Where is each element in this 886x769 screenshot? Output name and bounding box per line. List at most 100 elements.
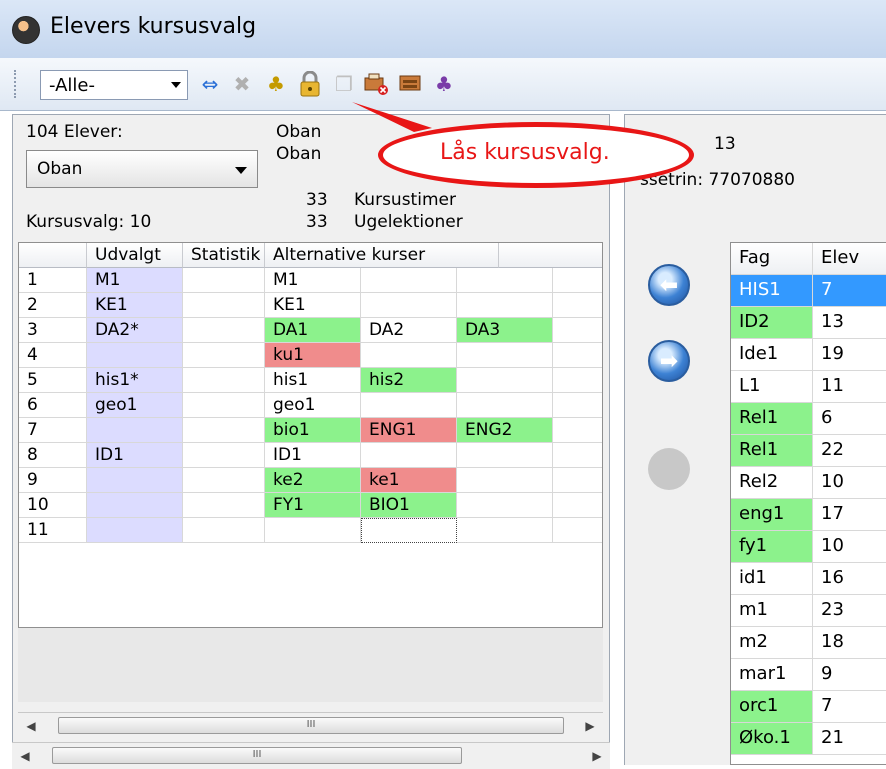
subject-cell[interactable]: Rel1 bbox=[731, 435, 813, 467]
udvalgt-cell[interactable]: geo1 bbox=[87, 393, 183, 418]
udvalgt-cell[interactable]: KE1 bbox=[87, 293, 183, 318]
statistik-cell[interactable] bbox=[183, 518, 265, 543]
row-number[interactable]: 9 bbox=[19, 468, 87, 493]
udvalgt-cell[interactable] bbox=[87, 343, 183, 368]
alternative-course-cell[interactable] bbox=[361, 268, 457, 293]
column-header-alternative[interactable]: Alternative kurser bbox=[265, 243, 499, 268]
alternative-course-cell[interactable] bbox=[553, 443, 602, 468]
udvalgt-cell[interactable]: his1* bbox=[87, 368, 183, 393]
alternative-course-cell[interactable] bbox=[553, 468, 602, 493]
student-count-cell[interactable]: 16 bbox=[813, 563, 886, 595]
column-header-fag[interactable]: Fag bbox=[731, 243, 813, 275]
alternative-course-cell[interactable]: his2 bbox=[361, 368, 457, 393]
toolbar-grip[interactable] bbox=[14, 70, 20, 98]
alternative-course-cell[interactable] bbox=[265, 518, 361, 543]
alternative-course-cell[interactable] bbox=[361, 443, 457, 468]
alternative-course-cell[interactable] bbox=[553, 493, 602, 518]
student-count-cell[interactable]: 17 bbox=[813, 499, 886, 531]
subject-cell[interactable]: eng1 bbox=[731, 499, 813, 531]
subject-cell[interactable]: m1 bbox=[731, 595, 813, 627]
alternative-course-cell[interactable]: ke2 bbox=[265, 468, 361, 493]
udvalgt-cell[interactable] bbox=[87, 418, 183, 443]
student-count-cell[interactable]: 10 bbox=[813, 531, 886, 563]
statistik-cell[interactable] bbox=[183, 393, 265, 418]
student-dropdown[interactable]: Oban bbox=[26, 150, 258, 188]
student-count-cell[interactable]: 11 bbox=[813, 371, 886, 403]
alternative-course-cell[interactable] bbox=[457, 268, 553, 293]
student-count-cell[interactable]: 22 bbox=[813, 435, 886, 467]
statistik-cell[interactable] bbox=[183, 493, 265, 518]
row-number[interactable]: 8 bbox=[19, 443, 87, 468]
alternative-course-cell[interactable] bbox=[553, 293, 602, 318]
delete-x-icon[interactable]: ✖ bbox=[228, 70, 256, 98]
alternative-course-cell[interactable] bbox=[457, 468, 553, 493]
alternative-course-cell[interactable] bbox=[361, 393, 457, 418]
alternative-course-cell[interactable]: ENG1 bbox=[361, 418, 457, 443]
column-header-udvalgt[interactable]: Udvalgt bbox=[87, 243, 183, 268]
alternative-course-cell[interactable] bbox=[457, 518, 553, 543]
subject-cell[interactable]: L1 bbox=[731, 371, 813, 403]
alternative-course-cell[interactable]: geo1 bbox=[265, 393, 361, 418]
alternative-course-cell[interactable] bbox=[553, 368, 602, 393]
subject-cell[interactable]: orc1 bbox=[731, 691, 813, 723]
alternative-course-cell[interactable] bbox=[361, 293, 457, 318]
student-count-cell[interactable]: 21 bbox=[813, 723, 886, 755]
row-number[interactable]: 5 bbox=[19, 368, 87, 393]
statistik-cell[interactable] bbox=[183, 443, 265, 468]
alternative-course-cell[interactable] bbox=[457, 293, 553, 318]
alternative-course-cell[interactable]: BIO1 bbox=[361, 493, 457, 518]
student-count-cell[interactable]: 13 bbox=[813, 307, 886, 339]
udvalgt-cell[interactable]: M1 bbox=[87, 268, 183, 293]
course-grid[interactable]: Udvalgt Statistik Alternative kurser 1 M1 M1 2… bbox=[18, 242, 603, 628]
statistik-cell[interactable] bbox=[183, 418, 265, 443]
scroll-thumb[interactable]: III bbox=[58, 717, 564, 734]
student-count-cell[interactable]: 9 bbox=[813, 659, 886, 691]
alternative-course-cell[interactable]: KE1 bbox=[265, 293, 361, 318]
alternative-course-cell[interactable]: DA3 bbox=[457, 318, 553, 343]
print-stack-icon[interactable] bbox=[396, 70, 424, 98]
statistik-cell[interactable] bbox=[183, 293, 265, 318]
alternative-course-cell[interactable] bbox=[553, 343, 602, 368]
subject-cell[interactable]: HIS1 bbox=[731, 275, 813, 307]
filter-dropdown[interactable]: -Alle- bbox=[40, 70, 188, 100]
statistik-cell[interactable] bbox=[183, 468, 265, 493]
alternative-course-cell[interactable] bbox=[553, 518, 602, 543]
alternative-course-cell[interactable]: ke1 bbox=[361, 468, 457, 493]
subject-cell[interactable]: Rel1 bbox=[731, 403, 813, 435]
grid-horizontal-scrollbar[interactable]: ◀ III ▶ bbox=[18, 712, 603, 739]
alternative-course-cell[interactable] bbox=[361, 343, 457, 368]
scroll-right-icon[interactable]: ▶ bbox=[584, 743, 610, 769]
subject-cell[interactable]: m2 bbox=[731, 627, 813, 659]
alternative-course-cell[interactable]: ID1 bbox=[265, 443, 361, 468]
student-count-cell[interactable]: 7 bbox=[813, 691, 886, 723]
chevron-down-icon[interactable] bbox=[235, 167, 247, 174]
alternative-course-cell[interactable]: his1 bbox=[265, 368, 361, 393]
row-number[interactable]: 4 bbox=[19, 343, 87, 368]
row-number[interactable]: 6 bbox=[19, 393, 87, 418]
row-number[interactable]: 11 bbox=[19, 518, 87, 543]
alternative-course-cell[interactable] bbox=[457, 368, 553, 393]
column-header-elev[interactable]: Elev bbox=[813, 243, 886, 275]
scroll-left-icon[interactable]: ◀ bbox=[12, 743, 38, 769]
row-number[interactable]: 7 bbox=[19, 418, 87, 443]
alternative-course-cell[interactable] bbox=[457, 393, 553, 418]
column-header-statistik[interactable]: Statistik bbox=[183, 243, 265, 268]
alternative-course-cell[interactable]: bio1 bbox=[265, 418, 361, 443]
subject-grid[interactable]: Fag Elev HIS1 7 ID2 13 Ide1 19 L1 11 Rel1 6 Rel1 22 Re… bbox=[730, 242, 886, 765]
statistik-cell[interactable] bbox=[183, 318, 265, 343]
alternative-course-cell[interactable]: DA1 bbox=[265, 318, 361, 343]
student-count-cell[interactable]: 23 bbox=[813, 595, 886, 627]
move-right-button[interactable]: ➡ bbox=[648, 340, 690, 382]
udvalgt-cell[interactable]: ID1 bbox=[87, 443, 183, 468]
scroll-thumb[interactable]: III bbox=[52, 747, 462, 764]
statistik-cell[interactable] bbox=[183, 268, 265, 293]
subject-cell[interactable]: id1 bbox=[731, 563, 813, 595]
alternative-course-cell[interactable] bbox=[457, 443, 553, 468]
focused-cell[interactable] bbox=[361, 518, 457, 543]
subject-cell[interactable]: ID2 bbox=[731, 307, 813, 339]
alternative-course-cell[interactable]: ENG2 bbox=[457, 418, 553, 443]
statistik-cell[interactable] bbox=[183, 368, 265, 393]
row-number[interactable]: 10 bbox=[19, 493, 87, 518]
subject-cell[interactable]: mar1 bbox=[731, 659, 813, 691]
statistik-cell[interactable] bbox=[183, 343, 265, 368]
